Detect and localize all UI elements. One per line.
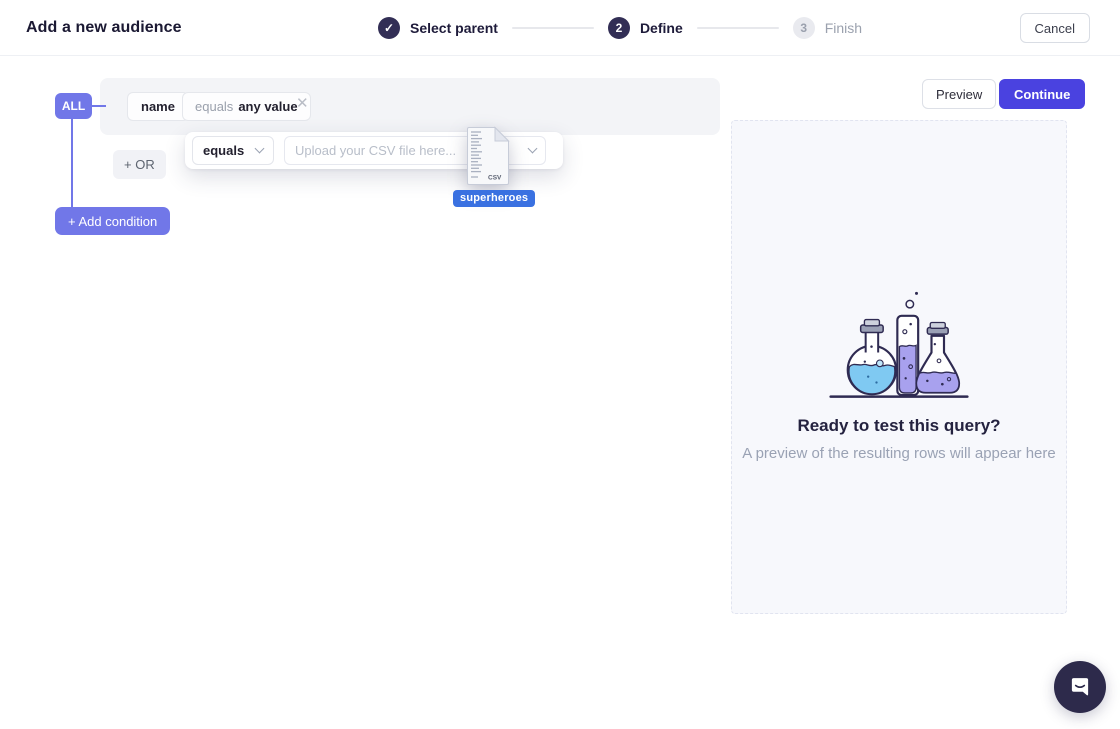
add-audience-page: Add a new audience ✓ Select parent 2 Def…: [0, 0, 1120, 729]
condition-expression-chip[interactable]: equals any value: [182, 92, 311, 121]
cancel-button[interactable]: Cancel: [1020, 13, 1090, 43]
group-operator-toggle[interactable]: ALL: [55, 93, 92, 119]
step-label: Select parent: [410, 20, 498, 36]
close-icon[interactable]: ✕: [296, 96, 309, 111]
continue-button[interactable]: Continue: [999, 79, 1085, 109]
preview-empty-title: Ready to test this query?: [732, 416, 1066, 436]
connector-line: [71, 118, 73, 208]
preview-empty-subtitle: A preview of the resulting rows will app…: [732, 445, 1066, 462]
add-condition-button[interactable]: + Add condition: [55, 207, 170, 235]
step-label: Finish: [825, 20, 862, 36]
step-number-badge: 2: [608, 17, 630, 39]
check-icon: ✓: [378, 17, 400, 39]
step-define[interactable]: 2 Define: [608, 17, 683, 39]
step-label: Define: [640, 20, 683, 36]
preview-button[interactable]: Preview: [922, 79, 996, 109]
chevron-down-icon: [255, 144, 265, 154]
add-or-button[interactable]: + OR: [113, 150, 166, 179]
condition-value-label: any value: [238, 99, 297, 114]
step-connector: [697, 27, 779, 29]
page-title: Add a new audience: [26, 0, 182, 56]
operator-select[interactable]: equals: [192, 136, 274, 165]
wizard-stepper: ✓ Select parent 2 Define 3 Finish: [378, 0, 862, 56]
drag-file-name-badge: superheroes: [453, 190, 535, 207]
connector-line: [92, 105, 106, 107]
csv-file-icon[interactable]: CSV: [466, 126, 510, 191]
condition-field-chip[interactable]: name: [127, 92, 189, 121]
step-select-parent[interactable]: ✓ Select parent: [378, 17, 498, 39]
chat-launcher-button[interactable]: [1054, 661, 1106, 713]
step-number-badge: 3: [793, 17, 815, 39]
csv-file-type-label: CSV: [488, 175, 502, 182]
preview-results-panel: Ready to test this query? A preview of t…: [731, 120, 1067, 614]
step-connector: [512, 27, 594, 29]
flasks-illustration-icon: [824, 284, 974, 401]
step-finish[interactable]: 3 Finish: [793, 17, 862, 39]
operator-select-value: equals: [203, 143, 244, 158]
condition-operator-label: equals: [195, 99, 233, 114]
chat-bubble-icon: [1067, 674, 1093, 700]
header-bar: Add a new audience ✓ Select parent 2 Def…: [0, 0, 1120, 56]
